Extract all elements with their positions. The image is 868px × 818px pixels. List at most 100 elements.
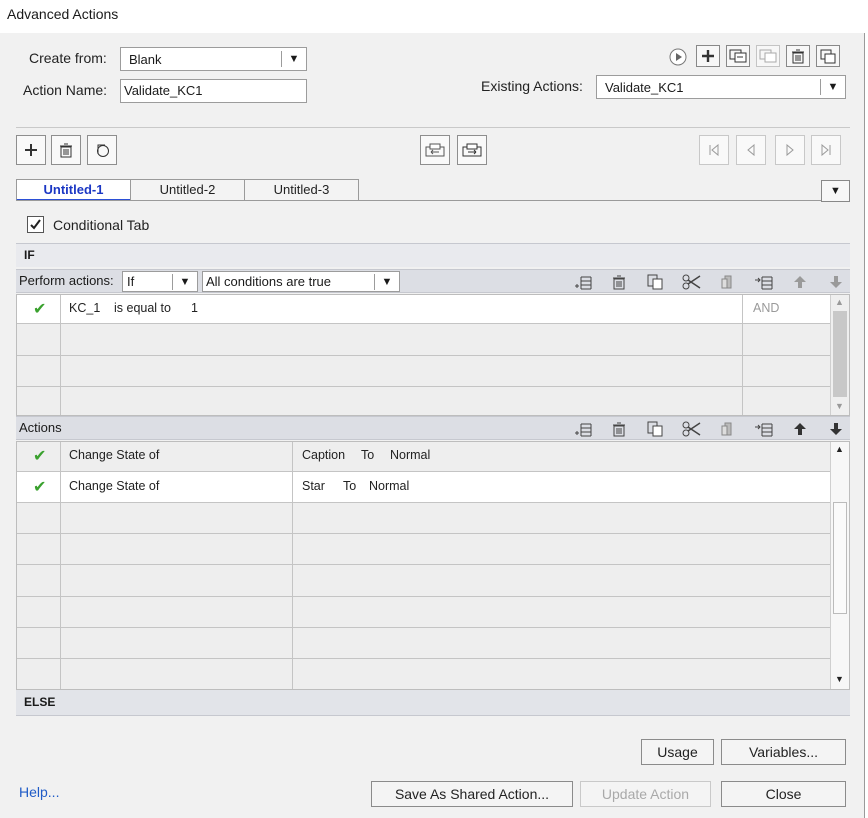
tab-baseline	[16, 200, 850, 201]
delete-action-button[interactable]	[786, 45, 810, 67]
move-decision-left-button[interactable]	[420, 135, 450, 165]
check-icon: ✔	[33, 301, 47, 318]
scroll-up-icon[interactable]: ▲	[835, 444, 844, 454]
create-from-value: Blank	[129, 51, 162, 67]
conditional-tab-checkbox[interactable]	[27, 216, 44, 233]
insert-below-icon[interactable]	[753, 271, 775, 293]
divider	[16, 127, 850, 128]
condition-row[interactable]: ✔ KC_1 is equal to 1 AND	[17, 295, 830, 323]
chevron-down-icon: ▼	[381, 275, 393, 288]
existing-actions-dropdown[interactable]: Validate_KC1 ▼	[596, 75, 846, 99]
cut-icon[interactable]	[681, 418, 703, 440]
paste-icon[interactable]	[717, 418, 739, 440]
condition-logic[interactable]: AND	[753, 301, 779, 315]
perform-actions-label: Perform actions:	[19, 273, 114, 288]
existing-actions-label: Existing Actions:	[481, 78, 583, 94]
condition-toolbar: Perform actions: If ▼ All conditions are…	[16, 269, 850, 293]
create-from-dropdown[interactable]: Blank ▼	[120, 47, 307, 71]
save-as-shared-action-button[interactable]: Save As Shared Action...	[371, 781, 573, 807]
delete-decision-button[interactable]	[51, 135, 81, 165]
copy-decision-button[interactable]	[87, 135, 117, 165]
trash-icon[interactable]	[608, 418, 630, 440]
arrow-down-icon[interactable]	[825, 271, 847, 293]
next-decision-button[interactable]	[775, 135, 805, 165]
add-decision-button[interactable]	[16, 135, 46, 165]
first-decision-button[interactable]	[699, 135, 729, 165]
tab-untitled-2[interactable]: Untitled-2	[130, 179, 245, 201]
action-state[interactable]: Normal	[390, 448, 430, 462]
else-header[interactable]: ELSE	[16, 690, 850, 716]
actions-grid: ✔ Change State of Caption To Normal ✔ Ch…	[16, 441, 850, 690]
move-decision-right-button[interactable]	[457, 135, 487, 165]
copy-icon[interactable]	[644, 418, 666, 440]
export-action-button[interactable]	[756, 45, 780, 67]
scroll-up-icon[interactable]: ▲	[835, 297, 844, 307]
chevron-down-icon: ▼	[827, 81, 839, 93]
action-name-label: Action Name:	[23, 82, 108, 98]
plus-icon	[702, 50, 714, 62]
copy-icon[interactable]	[644, 271, 666, 293]
action-to: To	[343, 479, 357, 493]
trash-icon[interactable]	[608, 271, 630, 293]
arrow-down-icon[interactable]	[825, 418, 847, 440]
import-action-button[interactable]	[726, 45, 750, 67]
conditional-tab-label: Conditional Tab	[53, 217, 150, 233]
help-link[interactable]: Help...	[19, 784, 59, 800]
tabs-menu-button[interactable]: ▼	[821, 180, 850, 202]
if-header-label: IF	[24, 248, 35, 262]
preview-play-icon[interactable]	[667, 46, 689, 68]
check-icon: ✔	[33, 479, 47, 496]
perform-actions-value: If	[127, 274, 135, 289]
action-row[interactable]: ✔ Change State of Caption To Normal	[17, 442, 830, 471]
condition-value[interactable]: 1	[191, 301, 198, 315]
action-target[interactable]: Caption	[302, 448, 345, 462]
condition-operator[interactable]: is equal to	[114, 301, 171, 315]
usage-button[interactable]: Usage	[641, 739, 714, 765]
action-row[interactable]: ✔ Change State of Star To Normal	[17, 472, 830, 502]
action-state[interactable]: Normal	[369, 479, 409, 493]
insert-row-icon[interactable]	[572, 418, 594, 440]
chevron-down-icon: ▼	[830, 185, 841, 197]
condition-logic-dropdown[interactable]: All conditions are true ▼	[202, 271, 400, 292]
tab-untitled-1[interactable]: Untitled-1	[16, 179, 131, 201]
condition-variable[interactable]: KC_1	[69, 301, 100, 315]
arrow-up-icon[interactable]	[789, 418, 811, 440]
scroll-down-icon[interactable]: ▼	[835, 674, 844, 684]
chevron-down-icon: ▼	[179, 275, 191, 288]
duplicate-action-button[interactable]	[816, 45, 840, 67]
action-target[interactable]: Star	[302, 479, 325, 493]
previous-decision-button[interactable]	[736, 135, 766, 165]
action-to: To	[361, 448, 375, 462]
insert-row-icon[interactable]	[572, 271, 594, 293]
copy-icon	[97, 144, 109, 157]
scroll-down-icon[interactable]: ▼	[835, 401, 844, 411]
action-name-input[interactable]: Validate_KC1	[120, 79, 307, 103]
actions-label: Actions	[19, 420, 62, 435]
tab-untitled-3[interactable]: Untitled-3	[244, 179, 359, 201]
actions-toolbar: Actions	[16, 416, 850, 440]
actions-scrollbar[interactable]: ▲ ▼	[830, 442, 849, 689]
scroll-thumb[interactable]	[833, 502, 847, 614]
paste-icon[interactable]	[717, 271, 739, 293]
check-icon: ✔	[33, 448, 47, 465]
insert-below-icon[interactable]	[753, 418, 775, 440]
previous-icon	[747, 143, 755, 157]
last-decision-button[interactable]	[811, 135, 841, 165]
close-button[interactable]: Close	[721, 781, 846, 807]
plus-icon	[25, 144, 37, 156]
import-icon	[729, 49, 747, 63]
else-header-label: ELSE	[24, 695, 56, 709]
update-action-button[interactable]: Update Action	[580, 781, 711, 807]
action-type[interactable]: Change State of	[69, 479, 159, 493]
arrow-up-icon[interactable]	[789, 271, 811, 293]
conditions-scrollbar[interactable]: ▲ ▼	[830, 295, 849, 415]
existing-actions-value: Validate_KC1	[605, 79, 684, 95]
cut-icon[interactable]	[681, 271, 703, 293]
action-type[interactable]: Change State of	[69, 448, 159, 462]
move-left-icon	[425, 143, 445, 157]
window-title: Advanced Actions	[0, 0, 868, 33]
variables-button[interactable]: Variables...	[721, 739, 846, 765]
add-action-button[interactable]	[696, 45, 720, 67]
perform-actions-dropdown[interactable]: If ▼	[122, 271, 198, 292]
skip-first-icon	[709, 143, 719, 157]
